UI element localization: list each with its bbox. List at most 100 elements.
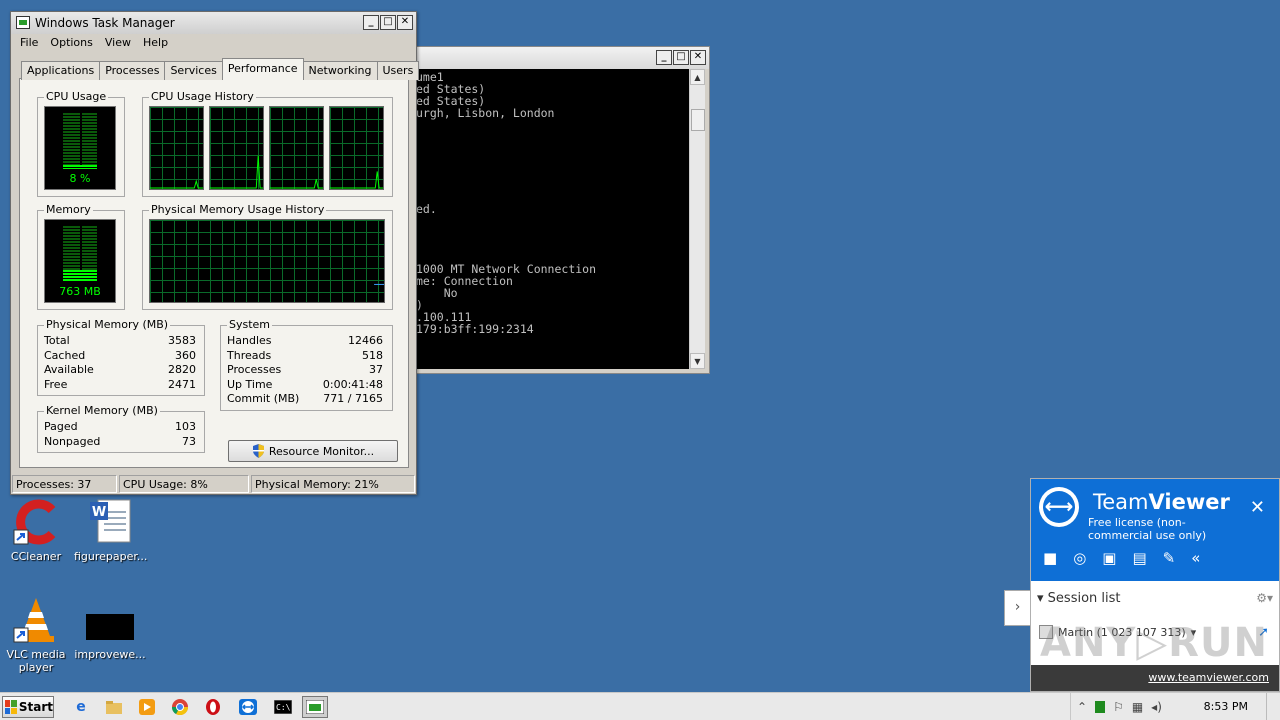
memory-history-group: Physical Memory Usage History [142,203,393,310]
stat-label: Cached [44,349,86,362]
console-output: ume1 ed States) ed States) urgh, Lisbon,… [416,69,693,369]
menu-help[interactable]: Help [137,34,174,53]
task-manager-window[interactable]: Windows Task Manager _ □ ✕ File Options … [10,11,420,495]
command-prompt-icon[interactable]: C:\ [270,696,296,718]
close-button[interactable]: ✕ [397,15,413,30]
stat-value: 3583 [168,334,196,347]
action-center-flag-icon[interactable]: ⚐ [1113,700,1124,714]
menu-options[interactable]: Options [44,34,98,53]
whiteboard-icon[interactable]: ✎ [1163,549,1176,567]
menu-view[interactable]: View [99,34,137,53]
network-icon[interactable]: ▦ [1132,700,1143,714]
minimize-button[interactable]: _ [363,15,379,30]
show-desktop-button[interactable] [1266,693,1280,720]
internet-explorer-icon[interactable]: e [68,696,94,718]
cpu-history-group: CPU Usage History [142,90,393,197]
taskbar: Start e C:\ ⌃ ⚐ ▦ ◂) 8:53 PM [0,692,1280,720]
windows-logo-icon [5,700,17,714]
tab-users[interactable]: Users [376,61,420,80]
volume-icon[interactable]: ◂) [1151,700,1162,714]
group-title: System [227,318,273,331]
teamviewer-link[interactable]: www.teamviewer.com [1148,671,1269,684]
stat-value: 0:00:41:48 [322,378,383,391]
stat-label: Commit (MB) [227,392,300,405]
task-manager-taskbar-icon[interactable] [302,696,328,718]
stat-value: 518 [362,349,383,362]
group-title: Kernel Memory (MB) [44,404,160,417]
scroll-thumb[interactable] [691,109,705,131]
stat-value: 771 / 7165 [323,392,383,405]
tab-performance[interactable]: Performance [221,58,304,80]
tab-processes[interactable]: Processes [99,61,166,80]
stat-label: Threads [227,349,272,362]
files-icon[interactable]: ▤ [1132,549,1146,567]
video-icon[interactable]: ■ [1043,549,1057,567]
teamviewer-expand-button[interactable]: › [1004,590,1030,626]
teamviewer-footer: www.teamviewer.com [1031,665,1279,691]
desktop-icon-vlc[interactable]: VLC media player [0,596,72,674]
resource-monitor-label: Resource Monitor... [268,444,375,458]
group-title: Physical Memory Usage History [149,203,327,216]
chat-icon[interactable]: ▣ [1102,549,1116,567]
license-text: Free license (non-commercial use only) [1088,516,1207,542]
cpu-core-4-graph [329,106,384,190]
desktop-icon-label: VLC media player [6,648,66,674]
command-prompt-window[interactable]: _ □ ✕ ume1 ed States) ed States) urgh, L… [410,46,710,374]
physical-memory-group: Physical Memory (MB) Total 3583 Cached 360… [37,318,205,396]
tab-applications[interactable]: Applications [21,61,101,80]
performance-panel: CPU Usage 8 % CPU Usage History Memory 7… [19,78,409,468]
stat-value: 12466 [348,334,383,347]
stat-label: Paged [44,420,78,433]
status-cpu: CPU Usage: 8% [119,475,249,493]
headset-icon[interactable]: ◎ [1073,549,1086,567]
stat-value: 73 [182,435,196,448]
maximize-button[interactable]: □ [380,15,396,30]
chrome-icon[interactable] [167,696,193,718]
opera-icon[interactable] [200,696,226,718]
system-tray: ⌃ ⚐ ▦ ◂) [1070,693,1280,720]
media-player-icon[interactable] [134,696,160,718]
ccleaner-icon [12,498,60,546]
show-hidden-icons-icon[interactable]: ⌃ [1077,700,1087,714]
scroll-up-arrow-icon[interactable]: ▲ [690,69,705,85]
status-bar: Processes: 37 CPU Usage: 8% Physical Mem… [11,474,416,494]
green-status-icon[interactable] [1095,701,1106,713]
vlc-cone-icon [12,596,60,644]
tab-services[interactable]: Services [164,61,223,80]
group-title: CPU Usage [44,90,109,103]
start-button[interactable]: Start [2,696,54,718]
group-title: Physical Memory (MB) [44,318,171,331]
scroll-down-arrow-icon[interactable]: ▼ [690,353,705,369]
session-list-title[interactable]: ▾ Session list [1037,591,1121,606]
system-group: System Handles 12466 Threads 518 Processes… [220,318,393,411]
teamviewer-brand: TeamViewer [1093,490,1230,514]
desktop-icon-improvewe[interactable]: improvewe... [74,596,146,661]
file-explorer-icon[interactable] [101,696,127,718]
maximize-button[interactable]: □ [673,50,689,65]
menu-file[interactable]: File [14,34,44,53]
stat-label: Total [44,334,70,347]
collapse-icon[interactable]: « [1191,549,1200,567]
teamviewer-taskbar-icon[interactable] [235,696,261,718]
kernel-memory-group: Kernel Memory (MB) Paged 103 Nonpaged 73 [37,404,205,453]
clock[interactable]: 8:53 PM [1204,700,1248,713]
console-titlebar[interactable]: _ □ ✕ [411,47,709,69]
desktop-icon-ccleaner[interactable]: CCleaner [0,498,72,563]
teamviewer-toolbar: ■ ◎ ▣ ▤ ✎ « [1043,549,1200,567]
desktop-icon-figurepaper[interactable]: W figurepaper... [74,498,147,563]
cpu-core-1-graph [149,106,204,190]
gear-icon[interactable]: ⚙▾ [1256,591,1273,605]
console-scrollbar[interactable]: ▲ ▼ [689,69,705,369]
close-icon[interactable]: ✕ [1250,497,1265,518]
stat-label: Available [44,363,94,376]
minimize-button[interactable]: _ [656,50,672,65]
task-manager-titlebar[interactable]: Windows Task Manager _ □ ✕ [11,12,416,34]
status-memory: Physical Memory: 21% [251,475,415,493]
resource-monitor-button[interactable]: Resource Monitor... [228,440,398,462]
close-button[interactable]: ✕ [690,50,706,65]
tab-strip: Applications Processes Services Performa… [21,58,420,80]
word-document-icon: W [86,498,134,546]
tab-networking[interactable]: Networking [302,61,378,80]
stat-value: 103 [175,420,196,433]
svg-text:C:\: C:\ [276,703,291,712]
